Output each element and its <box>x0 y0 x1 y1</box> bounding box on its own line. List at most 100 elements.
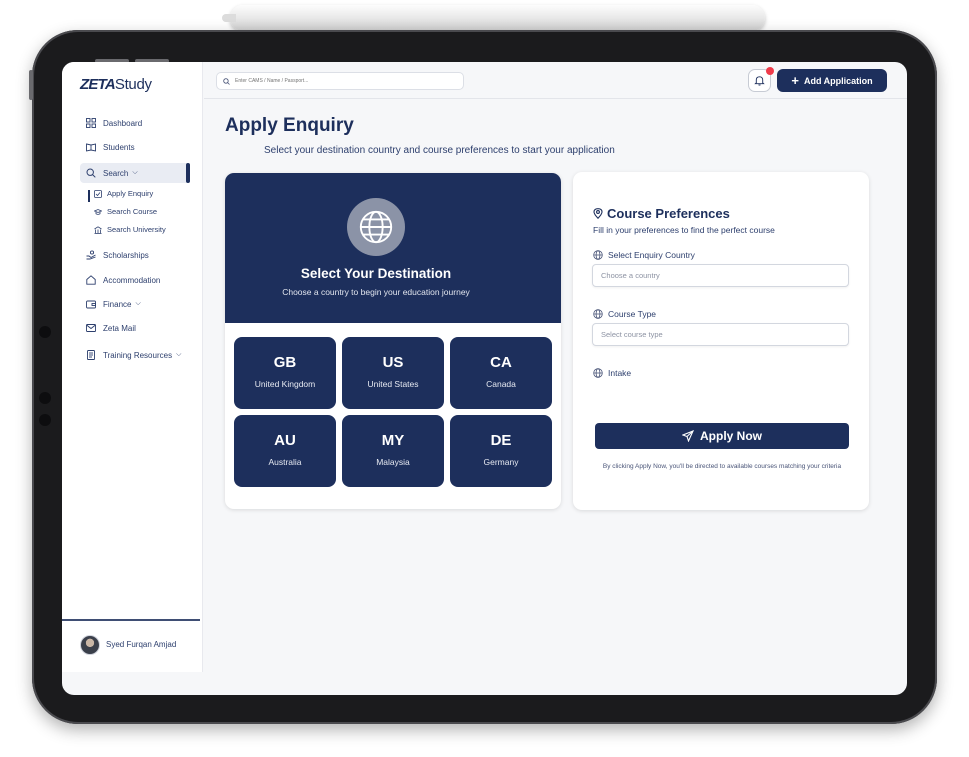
graduation-cap-icon <box>94 208 102 215</box>
scholarship-icon <box>86 250 96 260</box>
country-field-label: Select Enquiry Country <box>593 250 695 260</box>
sidebar-subitem-label: Search University <box>107 225 166 234</box>
intake-field-label[interactable]: Intake <box>593 368 631 378</box>
sidebar-subitem-search-course[interactable]: Search Course <box>94 207 157 216</box>
sidebar-item-zeta-mail[interactable]: Zeta Mail <box>86 321 136 335</box>
app-screen: ZETAStudy Dashboard Students Search ⌵ Ap… <box>62 62 907 695</box>
country-option-de[interactable]: DE Germany <box>450 415 552 487</box>
device-scene: ZETAStudy Dashboard Students Search ⌵ Ap… <box>0 0 969 757</box>
country-name: Germany <box>483 457 519 467</box>
search-bar[interactable] <box>216 72 464 90</box>
apply-now-button[interactable]: Apply Now <box>595 423 849 449</box>
course-type-select[interactable]: Select course type <box>592 323 849 346</box>
globe-badge <box>347 198 405 256</box>
sidebar-item-scholarships[interactable]: Scholarships <box>86 248 149 262</box>
home-icon <box>86 275 96 285</box>
course-type-field-label: Course Type <box>593 309 656 319</box>
user-name[interactable]: Syed Furqan Amjad <box>106 640 176 649</box>
sidebar-item-label: Dashboard <box>103 118 143 128</box>
building-icon <box>94 225 102 234</box>
sidebar-item-training-resources[interactable]: Training Resources ⌵ <box>86 348 181 362</box>
search-input[interactable] <box>235 78 455 84</box>
sidebar-item-label: Scholarships <box>103 250 149 260</box>
country-code: DE <box>490 432 512 449</box>
sidebar-subitem-label: Apply Enquiry <box>107 189 154 198</box>
wallet-icon <box>86 299 96 309</box>
page-subtitle: Select your destination country and cour… <box>264 145 615 156</box>
tablet-sensor <box>39 392 51 404</box>
sidebar-item-label: Training Resources <box>103 350 173 360</box>
send-icon <box>682 430 694 442</box>
destination-title: Select Your Destination <box>300 266 452 281</box>
add-application-label: Add Application <box>803 75 873 86</box>
sidebar-item-finance[interactable]: Finance ⌵ <box>86 297 141 311</box>
preferences-title: Course Preferences <box>593 206 730 221</box>
sidebar-item-accommodation[interactable]: Accommodation <box>86 273 160 287</box>
add-application-button[interactable]: + Add Application <box>777 69 887 92</box>
dashboard-icon <box>86 118 96 128</box>
globe-icon <box>593 368 603 378</box>
sidebar-item-label: Zeta Mail <box>103 323 136 333</box>
sidebar-item-label: Students <box>103 142 135 152</box>
preferences-title-text: Course Preferences <box>607 206 730 221</box>
country-option-gb[interactable]: GB United Kingdom <box>234 337 336 409</box>
tablet-sensor <box>39 414 51 426</box>
search-icon <box>223 77 230 85</box>
active-subitem-indicator <box>88 190 90 202</box>
topbar-divider <box>204 98 907 99</box>
sidebar-item-students[interactable]: Students <box>86 140 135 154</box>
sidebar: ZETAStudy Dashboard Students Search ⌵ Ap… <box>62 62 203 672</box>
form-icon <box>94 189 102 198</box>
country-code: CA <box>490 354 512 371</box>
document-icon <box>86 350 96 360</box>
tablet-sensor <box>39 326 51 338</box>
sidebar-subitem-search-university[interactable]: Search University <box>94 225 166 234</box>
chevron-down-icon: ⌵ <box>176 351 182 358</box>
country-option-ca[interactable]: CA Canada <box>450 337 552 409</box>
book-icon <box>86 142 96 152</box>
sidebar-item-label: Finance <box>103 299 132 309</box>
search-icon <box>86 168 96 178</box>
apply-note: By clicking Apply Now, you'll be directe… <box>602 463 842 470</box>
country-code: AU <box>274 432 296 449</box>
sidebar-subitem-apply-enquiry[interactable]: Apply Enquiry <box>94 189 153 198</box>
country-option-au[interactable]: AU Australia <box>234 415 336 487</box>
mail-icon <box>86 323 96 333</box>
page-title: Apply Enquiry <box>225 115 354 136</box>
sidebar-item-label: Search <box>103 168 129 178</box>
sidebar-divider <box>62 619 200 621</box>
globe-icon <box>593 250 603 260</box>
tablet-side-button <box>29 70 33 100</box>
sidebar-item-dashboard[interactable]: Dashboard <box>86 116 142 130</box>
bell-icon <box>754 76 765 86</box>
destination-subtitle: Choose a country to begin your education… <box>282 287 470 297</box>
destination-card: Select Your Destination Choose a country… <box>225 173 561 509</box>
enquiry-country-select[interactable]: Choose a country <box>592 264 849 287</box>
destination-header: Select Your Destination Choose a country… <box>225 173 561 323</box>
country-code: US <box>382 354 404 371</box>
sidebar-subitem-label: Search Course <box>107 207 158 216</box>
notification-badge <box>766 67 774 75</box>
course-preferences-card: Course Preferences Fill in your preferen… <box>573 172 869 510</box>
country-name: Malaysia <box>376 457 410 467</box>
notifications-button[interactable] <box>748 67 774 92</box>
sidebar-item-search[interactable]: Search ⌵ <box>86 166 138 180</box>
chevron-down-icon: ⌵ <box>135 300 141 307</box>
location-pin-icon <box>593 208 603 219</box>
stylus-pencil <box>222 5 765 31</box>
sidebar-item-label: Accommodation <box>103 275 161 285</box>
country-name: United States <box>367 379 419 389</box>
country-name: United Kingdom <box>254 379 316 389</box>
country-code: GB <box>273 354 297 371</box>
apply-now-label: Apply Now <box>700 429 762 443</box>
country-code: MY <box>381 432 405 449</box>
country-name: Canada <box>486 379 516 389</box>
chevron-down-icon: ⌵ <box>132 169 138 176</box>
globe-icon <box>359 210 393 244</box>
country-option-my[interactable]: MY Malaysia <box>342 415 444 487</box>
globe-icon <box>593 309 603 319</box>
country-option-us[interactable]: US United States <box>342 337 444 409</box>
avatar[interactable] <box>80 635 100 655</box>
preferences-subtitle: Fill in your preferences to find the per… <box>593 225 775 235</box>
brand-logo[interactable]: ZETAStudy <box>80 76 152 93</box>
